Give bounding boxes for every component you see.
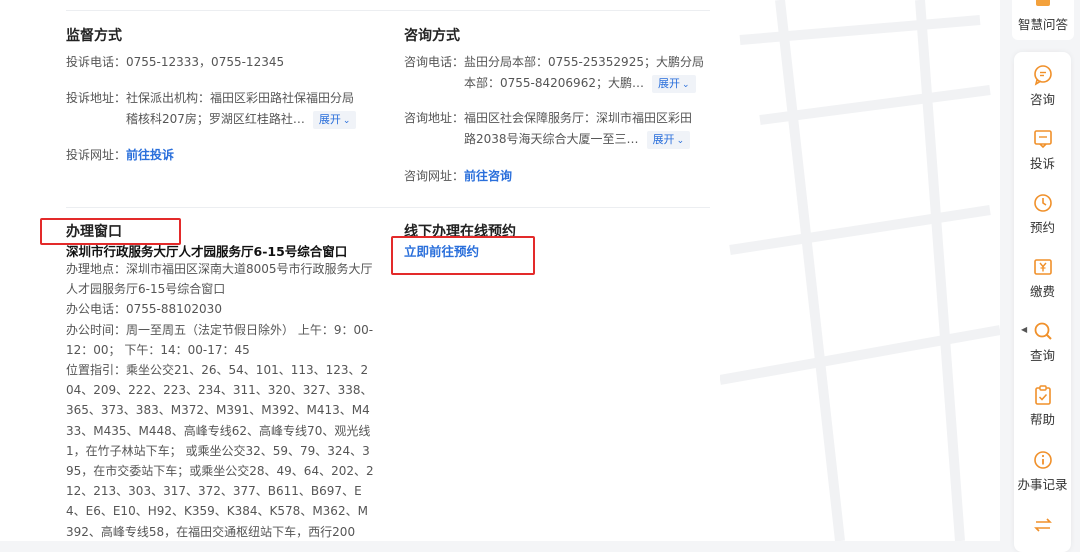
expand-label: 展开	[657, 76, 680, 90]
sidebar-item-label: 咨询	[1029, 92, 1055, 107]
supervision-title: 监督方式	[66, 28, 122, 44]
window-hours: 办公时间：周一至周五（法定节假日除外） 上午：9：00-12：00； 下午：14…	[66, 322, 374, 357]
consult-url-row: 咨询网址：前往咨询	[404, 166, 512, 187]
clock-icon	[1033, 194, 1052, 212]
complaint-address-expand-button[interactable]: 展开 ⌄	[312, 110, 357, 129]
highlight-box-booking-link	[391, 236, 535, 275]
divider-top	[66, 10, 710, 11]
complaint-phone-value: 0755-12333，0755-12345	[126, 55, 285, 69]
complaint-address-line1: 社保派出机构：福田区彩田路社保福田分局	[126, 91, 355, 105]
complaint-phone-label: 投诉电话：	[66, 55, 127, 69]
chevron-down-icon: ⌄	[342, 115, 351, 126]
chevron-down-icon: ⌄	[681, 79, 690, 90]
consult-address-expand-button[interactable]: 展开 ⌄	[646, 130, 691, 149]
complaint-address-line2: 稽核科207房；罗湖区红桂路社…	[126, 112, 305, 126]
side-toolbar: 咨询 投诉 预约 缴费 查询 帮助 办事记录	[1014, 52, 1071, 552]
swap-icon	[1033, 518, 1052, 532]
info-icon	[1033, 451, 1052, 469]
consult-phone-line2: 本部：0755-84206962；大鹏…	[464, 76, 644, 90]
consult-title: 咨询方式	[404, 28, 460, 44]
expand-label: 展开	[652, 132, 675, 146]
complaint-address-label: 投诉地址：	[66, 91, 127, 105]
consult-phone-expand-button[interactable]: 展开 ⌄	[651, 74, 696, 93]
complaint-url-label: 投诉网址：	[66, 148, 127, 162]
chat-bubble-icon	[1033, 65, 1052, 86]
sidebar-item-booking[interactable]: 预约	[1014, 192, 1071, 236]
complaint-icon	[1033, 130, 1052, 149]
sidebar-item-complaint[interactable]: 投诉	[1014, 128, 1071, 172]
window-directions: 位置指引：乘坐公交21、26、54、101、113、123、204、209、22…	[66, 363, 374, 539]
complaint-address-row: 投诉地址： 社保派出机构：福田区彩田路社保福田分局 稽核科207房；罗湖区红桂路…	[66, 88, 386, 130]
consult-phone-label: 咨询电话：	[404, 55, 465, 69]
complaint-link[interactable]: 前往投诉	[126, 148, 174, 162]
sidebar-item-swap[interactable]	[1014, 514, 1071, 539]
consult-address-row: 咨询地址： 福田区社会保障服务厅：深圳市福田区彩田 路2038号海天综合大厦一至…	[404, 108, 714, 150]
sidebar-item-label: 预约	[1029, 220, 1055, 235]
chevron-down-icon: ⌄	[676, 135, 685, 146]
sidebar-item-consult[interactable]: 咨询	[1014, 64, 1071, 108]
sidebar-item-label: 帮助	[1029, 412, 1055, 427]
window-details: 办理地点：深圳市福田区深南大道8005号市行政服务大厅人才园服务厅6-15号综合…	[66, 259, 374, 541]
consult-phone-row: 咨询电话： 盐田分局本部：0755-25352925；大鹏分局 本部：0755-…	[404, 52, 714, 94]
sidebar-item-label: 投诉	[1029, 156, 1055, 171]
sidebar-item-label: 查询	[1029, 348, 1055, 363]
sidebar-item-label: 办事记录	[1017, 477, 1068, 492]
consult-address-label: 咨询地址：	[404, 111, 465, 125]
background-decoration	[720, 0, 1000, 541]
smart-qa-icon	[1036, 0, 1050, 6]
window-name: 深圳市行政服务大厅人才园服务厅6-15号综合窗口	[66, 244, 348, 259]
consult-url-label: 咨询网址：	[404, 169, 465, 183]
sidebar-item-help[interactable]: 帮助	[1014, 384, 1071, 428]
complaint-url-row: 投诉网址：前往投诉	[66, 145, 174, 166]
yuan-icon	[1033, 259, 1052, 275]
consult-address-line1: 福田区社会保障服务厅：深圳市福田区彩田	[464, 111, 693, 125]
sidebar-item-records[interactable]: 办事记录	[1014, 449, 1071, 493]
main-content: 监督方式 投诉电话：0755-12333，0755-12345 投诉地址： 社保…	[0, 0, 1000, 541]
consult-address-line2: 路2038号海天综合大厦一至三…	[464, 132, 639, 146]
window-location: 办理地点：深圳市福田区深南大道8005号市行政服务大厅人才园服务厅6-15号综合…	[66, 262, 373, 297]
window-phone: 办公电话：0755-88102030	[66, 302, 222, 317]
consult-link[interactable]: 前往咨询	[464, 169, 512, 183]
smart-qa-label: 智慧问答	[1017, 17, 1068, 32]
smart-qa-button[interactable]: 智慧问答	[1012, 0, 1074, 40]
search-icon	[1034, 322, 1052, 340]
consult-phone-line1: 盐田分局本部：0755-25352925；大鹏分局	[464, 55, 704, 69]
divider-middle	[66, 207, 710, 208]
sidebar-item-label: 缴费	[1029, 284, 1055, 299]
expand-label: 展开	[318, 112, 341, 126]
collapse-arrow-icon[interactable]: ◀	[1021, 325, 1027, 334]
complaint-phone-row: 投诉电话：0755-12333，0755-12345	[66, 52, 284, 73]
clipboard-icon	[1034, 385, 1051, 405]
sidebar-item-payment[interactable]: 缴费	[1014, 256, 1071, 300]
